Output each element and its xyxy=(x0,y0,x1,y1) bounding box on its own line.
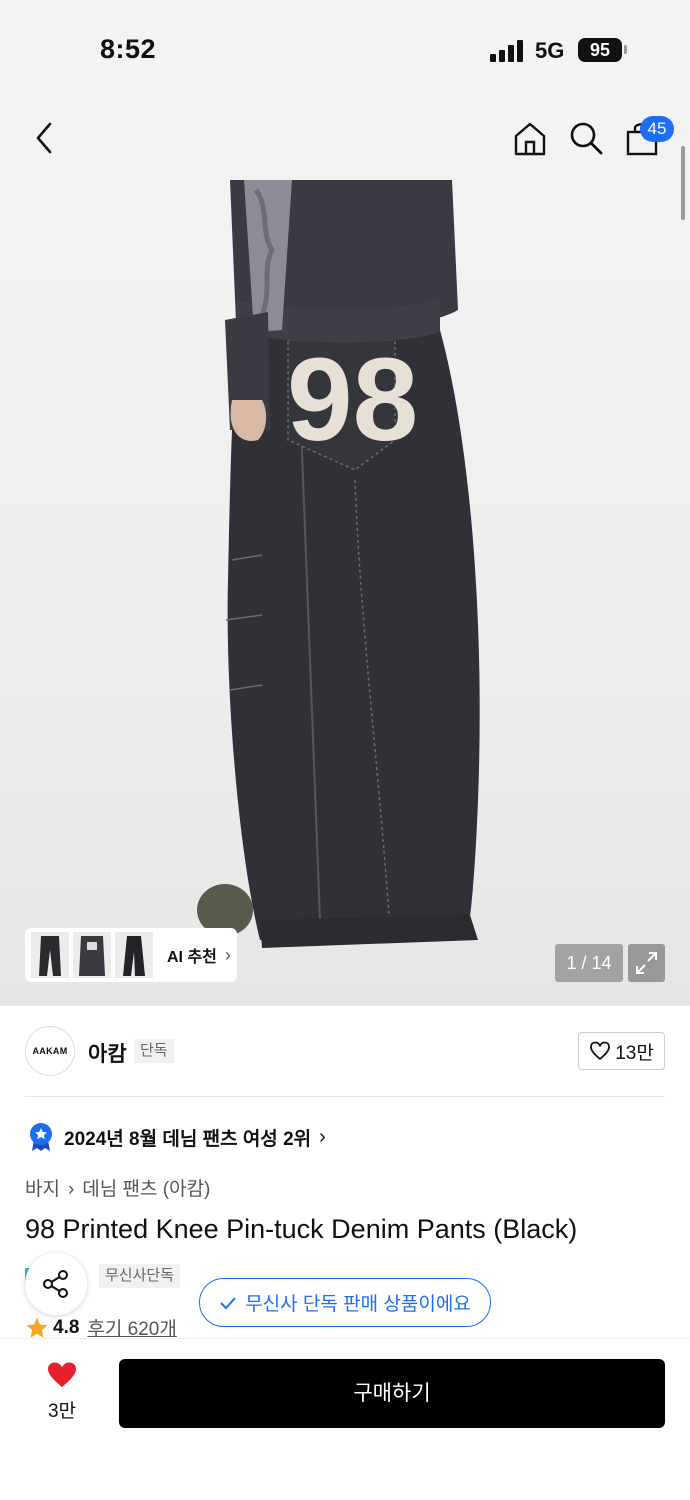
breadcrumb-subcategory[interactable]: 데님 팬츠 (아캄) xyxy=(82,1179,210,1200)
brand-logo[interactable]: AAKAM xyxy=(25,1026,75,1076)
share-button[interactable] xyxy=(25,1253,87,1315)
star-icon xyxy=(26,1317,48,1338)
thumbnail-2[interactable] xyxy=(73,932,111,978)
buy-button[interactable]: 구매하기 xyxy=(119,1359,665,1428)
check-icon xyxy=(220,1296,236,1309)
signal-icon xyxy=(490,40,523,62)
thumbnail-3[interactable] xyxy=(115,932,153,978)
status-time: 8:52 xyxy=(100,34,157,64)
expand-icon[interactable] xyxy=(628,944,665,982)
breadcrumb-separator-icon: › xyxy=(67,1179,75,1200)
wishlist-button[interactable]: 3만 xyxy=(40,1361,84,1423)
battery-icon: 95 xyxy=(578,38,622,62)
exclusive-tooltip-text: 무신사 단독 판매 상품이에요 xyxy=(245,1294,471,1315)
heart-outline-icon xyxy=(590,1041,611,1061)
rating-score: 4.8 xyxy=(53,1316,80,1338)
network-label: 5G xyxy=(535,38,565,63)
brand-name[interactable]: 아캄 xyxy=(88,1038,127,1068)
ranking-text: 2024년 8월 데님 팬츠 여성 2위 xyxy=(64,1128,312,1150)
home-icon[interactable] xyxy=(510,118,550,158)
divider xyxy=(25,1096,665,1097)
share-icon xyxy=(43,1270,68,1298)
brand-like-button[interactable]: 13만 xyxy=(578,1032,665,1070)
exclusive-badge-label: 무신사단독 xyxy=(99,1264,181,1288)
ai-recommend-label[interactable]: AI 추천 xyxy=(167,943,217,967)
exclusive-tooltip: 무신사 단독 판매 상품이에요 xyxy=(199,1278,491,1327)
ai-recommend-strip[interactable]: AI 추천 › xyxy=(25,928,237,982)
back-arrow-icon[interactable] xyxy=(30,118,60,158)
brand-exclusive-tag: 단독 xyxy=(134,1039,174,1063)
rating-row[interactable]: 4.8 후기 620개 xyxy=(25,1314,177,1341)
scrollbar[interactable] xyxy=(681,146,685,220)
product-image-gallery[interactable]: 98 xyxy=(0,100,690,1006)
chevron-right-icon: › xyxy=(224,944,231,965)
image-counter: 1 / 14 xyxy=(555,944,623,982)
cart-count-badge: 45 xyxy=(640,116,674,142)
chevron-right-icon: › xyxy=(319,1125,326,1148)
brand-like-count: 13만 xyxy=(615,1042,654,1064)
breadcrumb: 바지 › 데님 팬츠 (아캄) xyxy=(25,1174,218,1201)
status-bar: 8:52 5G 95 xyxy=(0,0,690,100)
thumbnail-1[interactable] xyxy=(31,932,69,978)
award-ribbon-icon xyxy=(30,1123,52,1151)
review-count-link[interactable]: 후기 620개 xyxy=(87,1314,176,1341)
search-icon[interactable] xyxy=(566,118,606,158)
wishlist-count: 3만 xyxy=(47,1401,77,1422)
product-photo[interactable]: 98 xyxy=(0,100,690,1006)
product-title: 98 Printed Knee Pin-tuck Denim Pants (Bl… xyxy=(25,1214,578,1244)
bottom-action-bar: 3만 구매하기 xyxy=(0,1338,690,1500)
breadcrumb-category[interactable]: 바지 xyxy=(25,1179,60,1200)
ranking-banner[interactable]: 2024년 8월 데님 팬츠 여성 2위 › xyxy=(28,1122,326,1152)
heart-filled-icon xyxy=(48,1362,76,1387)
top-nav: 45 xyxy=(0,100,690,180)
battery-tip xyxy=(624,45,627,54)
pants-print-number: 98 xyxy=(287,334,418,466)
